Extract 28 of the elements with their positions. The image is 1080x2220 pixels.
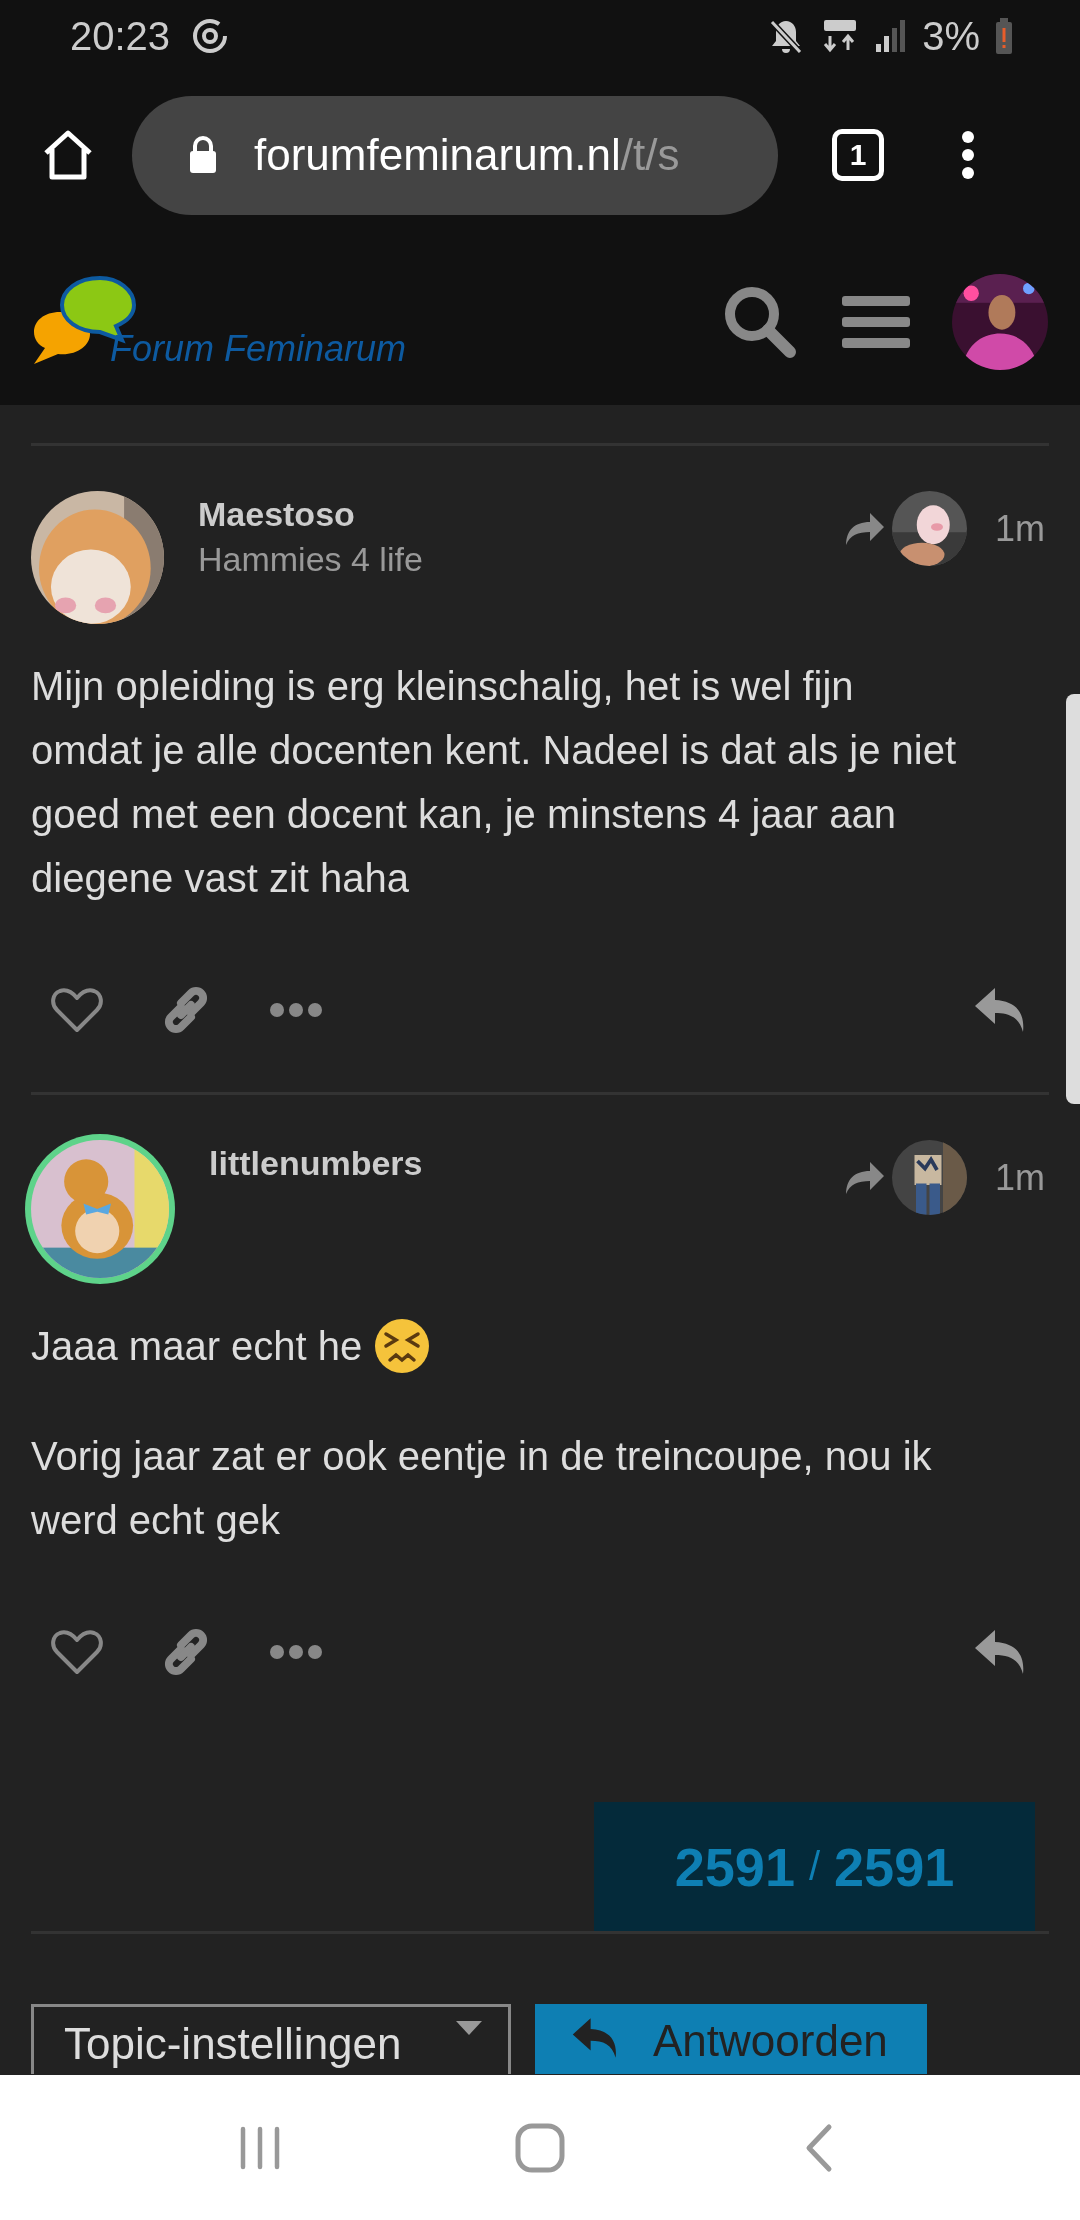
battery-percent: 3%	[922, 13, 980, 59]
home-nav-button[interactable]	[515, 2122, 565, 2173]
scrollbar[interactable]	[1066, 694, 1080, 1104]
more-options-button[interactable]	[269, 1000, 323, 1020]
post-text: Vorig jaar zat er ook eentje in de treincoupe, nou ik werd echt gek	[31, 1433, 933, 1544]
post-text: Jaaa maar echt he	[31, 1323, 363, 1370]
post-time[interactable]: 1m	[995, 507, 1045, 550]
url-text: forumfeminarum.nl/t/s	[254, 130, 680, 180]
battery-icon	[994, 16, 1014, 56]
caret-down-icon	[454, 2019, 484, 2037]
user-title: Hammies 4 life	[198, 540, 424, 579]
lock-icon	[188, 135, 218, 175]
share-arrow-icon	[844, 1159, 886, 1196]
like-button[interactable]	[51, 986, 103, 1034]
post-text: Mijn opleiding is erg kleinschalig, het is wel fijn omdat je alle docenten kent. Nadeel is dat als je niet goed met een docent kan, je minstens 4 jaar aan diegene vast zit haha	[31, 663, 958, 902]
post-time[interactable]: 1m	[995, 1156, 1045, 1199]
clock-time: 20:23	[70, 13, 171, 59]
more-options-button[interactable]	[269, 1642, 323, 1662]
username[interactable]: littlenumbers	[209, 1144, 844, 1183]
address-bar[interactable]: forumfeminarum.nl/t/s	[132, 95, 778, 215]
home-square-icon	[515, 2122, 565, 2173]
reply-topic-button[interactable]: Antwoorden	[535, 2004, 927, 2074]
like-button[interactable]	[51, 1628, 103, 1676]
share-arrow-icon	[844, 510, 886, 547]
ellipsis-icon	[269, 1642, 323, 1662]
tab-count-button[interactable]: 1	[832, 129, 884, 181]
ellipsis-icon	[269, 1000, 323, 1020]
username[interactable]: Maestoso	[198, 495, 844, 534]
